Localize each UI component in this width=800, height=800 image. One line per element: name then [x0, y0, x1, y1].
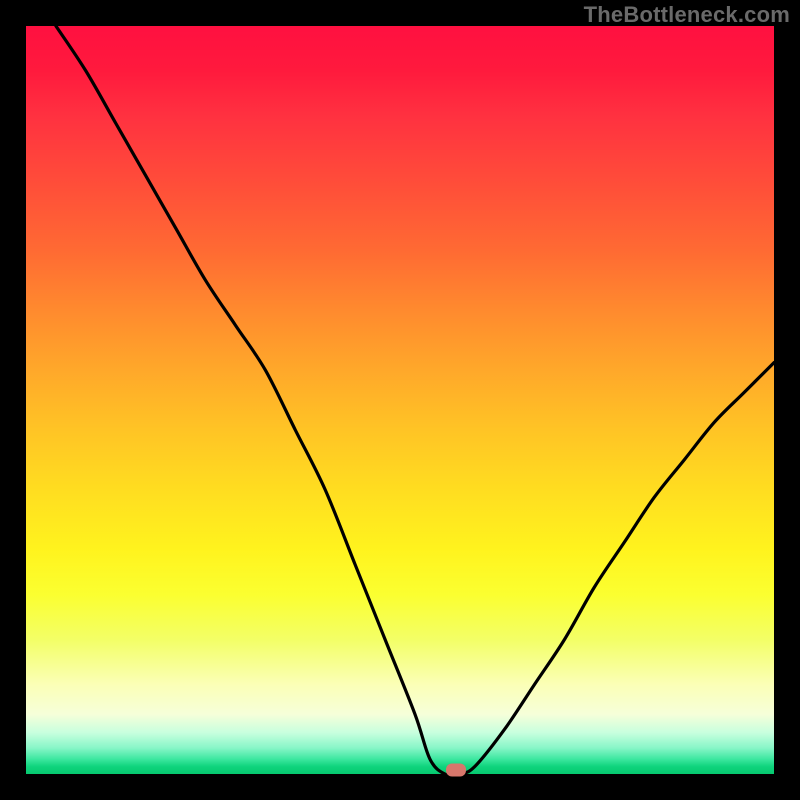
watermark-text: TheBottleneck.com: [584, 2, 790, 28]
bottleneck-curve: [26, 26, 774, 774]
curve-path: [56, 26, 774, 774]
chart-frame: TheBottleneck.com: [0, 0, 800, 800]
plot-area: [26, 26, 774, 774]
optimal-marker: [446, 763, 466, 776]
